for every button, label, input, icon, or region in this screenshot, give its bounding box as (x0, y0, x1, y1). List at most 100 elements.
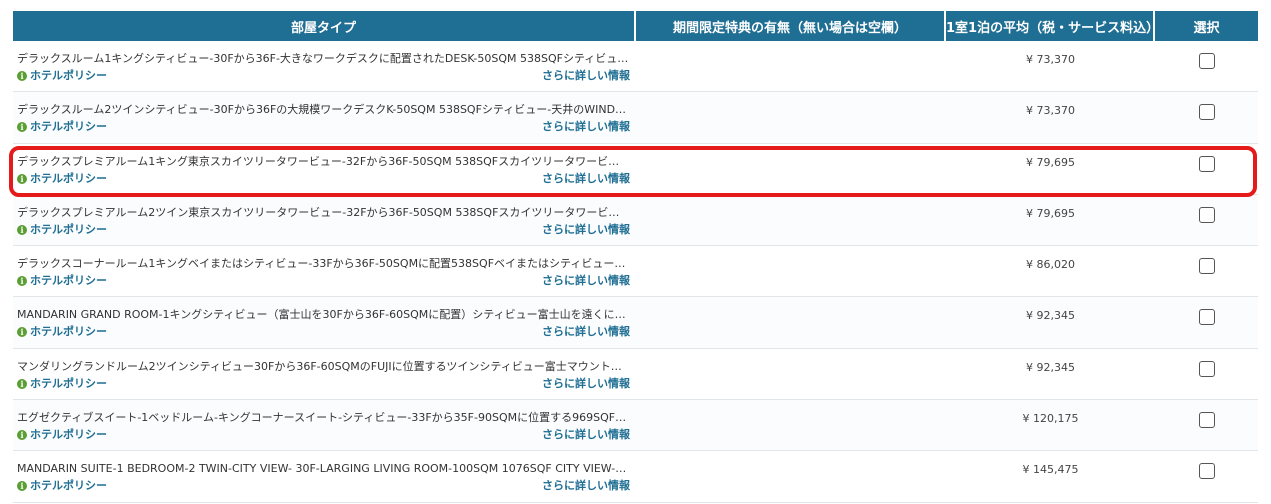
room-name: デラックスコーナールーム1キングベイまたはシティビュー-33Fから36F-50S… (17, 257, 629, 271)
table-row: デラックスルーム2ツインシティビュー-30Fから36Fの大規模ワークデスクK-5… (13, 92, 1258, 144)
price-cell: ¥ 92,345 (946, 349, 1155, 399)
room-price: ¥ 86,020 (1026, 258, 1075, 272)
table-body: デラックスルーム1キングシティビュー-30Fから36F-大きなワークデスクに配置… (13, 41, 1258, 503)
more-info-link[interactable]: さらに詳しい情報 (542, 479, 630, 493)
hotel-policy-link[interactable]: i ホテルポリシー (17, 69, 107, 83)
room-name: デラックスプレミアルーム1キング東京スカイツリータワービュー-32Fから36F-… (17, 154, 629, 168)
room-select-checkbox[interactable] (1198, 155, 1215, 172)
hotel-policy-label: ホテルポリシー (30, 274, 107, 288)
more-info-link[interactable]: さらに詳しい情報 (542, 274, 630, 288)
room-links: i ホテルポリシー さらに詳しい情報 (17, 120, 630, 134)
more-info-link[interactable]: さらに詳しい情報 (542, 223, 630, 237)
more-info-link[interactable]: さらに詳しい情報 (542, 377, 630, 391)
header-select: 選択 (1193, 20, 1220, 36)
price-cell: ¥ 73,370 (946, 41, 1155, 91)
room-price: ¥ 120,175 (1022, 412, 1079, 426)
room-price: ¥ 79,695 (1026, 206, 1075, 220)
room-table: 部屋タイプ 期間限定特典の有無（無い場合は空欄） 1室1泊の平均（税・サービス料… (13, 11, 1258, 503)
more-info-link[interactable]: さらに詳しい情報 (542, 428, 630, 442)
hotel-policy-label: ホテルポリシー (30, 479, 107, 493)
info-icon: i (17, 122, 27, 133)
info-icon: i (17, 173, 27, 184)
more-info-link[interactable]: さらに詳しい情報 (542, 172, 630, 186)
room-links: i ホテルポリシー さらに詳しい情報 (17, 428, 630, 442)
room-select-checkbox[interactable] (1198, 309, 1215, 326)
info-icon: i (17, 327, 27, 338)
hotel-policy-label: ホテルポリシー (30, 171, 107, 185)
hotel-policy-link[interactable]: i ホテルポリシー (17, 120, 107, 134)
room-links: i ホテルポリシー さらに詳しい情報 (17, 69, 630, 83)
room-cell: マンダリングランドルーム2ツインシティビュー30Fから36F-60SQMのFUJ… (13, 349, 636, 399)
room-cell: デラックスルーム1キングシティビュー-30Fから36F-大きなワークデスクに配置… (13, 41, 636, 91)
room-price: ¥ 79,695 (1026, 155, 1075, 169)
room-name: マンダリングランドルーム2ツインシティビュー30Fから36F-60SQMのFUJ… (17, 359, 629, 373)
promo-cell (636, 195, 946, 245)
room-price: ¥ 92,345 (1026, 360, 1075, 374)
info-icon: i (17, 430, 27, 441)
room-links: i ホテルポリシー さらに詳しい情報 (17, 479, 630, 493)
room-price: ¥ 92,345 (1026, 309, 1075, 323)
hotel-policy-link[interactable]: i ホテルポリシー (17, 377, 107, 391)
room-links: i ホテルポリシー さらに詳しい情報 (17, 172, 630, 186)
room-cell: デラックスプレミアルーム1キング東京スカイツリータワービュー-32Fから36F-… (13, 144, 636, 194)
price-cell: ¥ 120,175 (946, 400, 1155, 450)
info-icon: i (17, 378, 27, 389)
select-cell (1155, 349, 1258, 399)
select-cell (1155, 92, 1258, 142)
price-cell: ¥ 145,475 (946, 451, 1155, 501)
hotel-policy-label: ホテルポリシー (30, 376, 107, 390)
room-cell: エグゼクティブスイート-1ベッドルーム-キングコーナースイート-シティビュー-3… (13, 400, 636, 450)
price-cell: ¥ 86,020 (946, 246, 1155, 296)
select-cell (1155, 41, 1258, 91)
more-info-link[interactable]: さらに詳しい情報 (542, 120, 630, 134)
hotel-policy-link[interactable]: i ホテルポリシー (17, 223, 107, 237)
room-select-checkbox[interactable] (1198, 104, 1215, 121)
room-name: デラックスプレミアルーム2ツイン東京スカイツリータワービュー-32Fから36F-… (17, 205, 629, 219)
table-row: デラックスルーム1キングシティビュー-30Fから36F-大きなワークデスクに配置… (13, 41, 1258, 93)
room-select-checkbox[interactable] (1198, 206, 1215, 223)
price-cell: ¥ 92,345 (946, 297, 1155, 347)
room-select-checkbox[interactable] (1198, 412, 1215, 429)
room-name: デラックスルーム1キングシティビュー-30Fから36F-大きなワークデスクに配置… (17, 52, 629, 65)
promo-cell (636, 144, 946, 194)
table-row: デラックスプレミアルーム1キング東京スカイツリータワービュー-32Fから36F-… (13, 143, 1258, 195)
hotel-policy-link[interactable]: i ホテルポリシー (17, 428, 107, 442)
promo-cell (636, 297, 946, 347)
info-icon: i (17, 276, 27, 287)
room-select-checkbox[interactable] (1198, 463, 1215, 480)
room-name: MANDARIN SUITE-1 BEDROOM-2 TWIN-CITY VIE… (17, 462, 629, 476)
hotel-policy-label: ホテルポリシー (30, 428, 107, 442)
select-cell (1155, 297, 1258, 347)
hotel-policy-label: ホテルポリシー (30, 222, 107, 236)
room-select-checkbox[interactable] (1198, 258, 1215, 275)
select-cell (1155, 144, 1258, 194)
promo-cell (636, 349, 946, 399)
room-select-checkbox[interactable] (1198, 53, 1215, 69)
hotel-policy-link[interactable]: i ホテルポリシー (17, 325, 107, 339)
table-header: 部屋タイプ 期間限定特典の有無（無い場合は空欄） 1室1泊の平均（税・サービス料… (13, 11, 1258, 41)
table-row: エグゼクティブスイート-1ベッドルーム-キングコーナースイート-シティビュー-3… (13, 400, 1258, 452)
promo-cell (636, 400, 946, 450)
room-links: i ホテルポリシー さらに詳しい情報 (17, 377, 630, 391)
table-row: デラックスプレミアルーム2ツイン東京スカイツリータワービュー-32Fから36F-… (13, 194, 1258, 247)
room-price: ¥ 73,370 (1026, 53, 1075, 66)
header-promo: 期間限定特典の有無（無い場合は空欄） (636, 11, 946, 41)
more-info-link[interactable]: さらに詳しい情報 (542, 325, 630, 339)
promo-cell (636, 41, 946, 91)
select-cell (1155, 195, 1258, 245)
hotel-policy-link[interactable]: i ホテルポリシー (17, 274, 107, 288)
room-cell: デラックスルーム2ツインシティビュー-30Fから36Fの大規模ワークデスクK-5… (13, 92, 636, 142)
more-info-link[interactable]: さらに詳しい情報 (542, 69, 630, 83)
room-cell: MANDARIN GRAND ROOM-1キングシティビュー（富士山を30Fから… (13, 297, 636, 347)
hotel-policy-link[interactable]: i ホテルポリシー (17, 479, 107, 493)
table-row: マンダリングランドルーム2ツインシティビュー30Fから36F-60SQMのFUJ… (13, 348, 1258, 401)
hotel-policy-link[interactable]: i ホテルポリシー (17, 172, 107, 186)
room-links: i ホテルポリシー さらに詳しい情報 (17, 274, 630, 288)
room-select-checkbox[interactable] (1198, 360, 1215, 377)
select-cell (1155, 400, 1258, 450)
room-cell: デラックスプレミアルーム2ツイン東京スカイツリータワービュー-32Fから36F-… (13, 195, 636, 245)
room-cell: デラックスコーナールーム1キングベイまたはシティビュー-33Fから36F-50S… (13, 246, 636, 296)
table-row: デラックスコーナールーム1キングベイまたはシティビュー-33Fから36F-50S… (13, 246, 1258, 298)
select-cell (1155, 246, 1258, 296)
info-icon: i (17, 224, 27, 235)
